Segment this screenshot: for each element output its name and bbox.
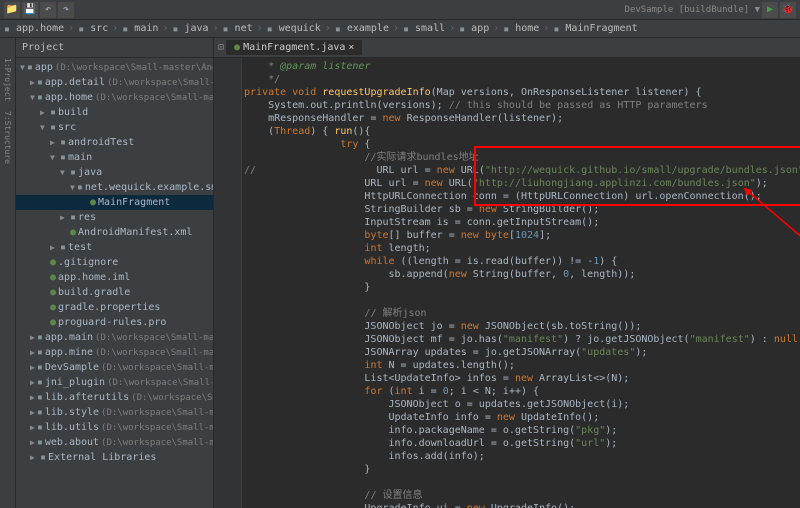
open-icon[interactable]: 📁 (4, 2, 20, 18)
project-tab[interactable]: 1:Project (3, 58, 12, 101)
debug-icon[interactable]: 🐞 (780, 2, 796, 18)
code-line[interactable]: * @param listener (244, 60, 800, 73)
structure-tab[interactable]: 7:Structure (3, 111, 12, 164)
breadcrumb: ▪app.home›▪src›▪main›▪java›▪net›▪wequick… (0, 20, 800, 38)
code-line[interactable] (244, 294, 800, 307)
breadcrumb-item[interactable]: ▪example (335, 23, 389, 34)
left-tool-tabs: 1:Project 7:Structure (0, 38, 16, 508)
tree-row[interactable]: ▼▪ app (D:\workspace\Small-master\Androi… (16, 60, 213, 75)
main-toolbar: 📁 💾 ↶ ↷ DevSample [buildBundle] ▼ ▶ 🐞 (0, 0, 800, 20)
code-line[interactable]: JSONObject mf = jo.has("manifest") ? jo.… (244, 333, 800, 346)
undo-icon[interactable]: ↶ (40, 2, 56, 18)
tree-row[interactable]: ● gradle.properties (16, 300, 213, 315)
tree-row[interactable]: ▶▪ res (16, 210, 213, 225)
code-line[interactable]: } (244, 281, 800, 294)
code-line[interactable]: JSONArray updates = jo.getJSONArray("upd… (244, 346, 800, 359)
tree-row[interactable]: ▶▪ External Libraries (16, 450, 213, 465)
code-line[interactable]: JSONObject jo = new JSONObject(sb.toStri… (244, 320, 800, 333)
save-icon[interactable]: 💾 (22, 2, 38, 18)
code-line[interactable]: info.downloadUrl = o.getString("url"); (244, 437, 800, 450)
code-line[interactable]: List<UpdateInfo> infos = new ArrayList<>… (244, 372, 800, 385)
tree-row[interactable]: ▶▪ app.main (D:\workspace\Small-master\A… (16, 330, 213, 345)
tree-row[interactable]: ▶▪ web.about (D:\workspace\Small-master\… (16, 435, 213, 450)
code-line[interactable]: for (int i = 0; i < N; i++) { (244, 385, 800, 398)
tree-row[interactable]: ▶▪ androidTest (16, 135, 213, 150)
code-line[interactable]: sb.append(new String(buffer, 0, length))… (244, 268, 800, 281)
tree-row[interactable]: ▶▪ test (16, 240, 213, 255)
tree-row[interactable]: ▼▪ net.wequick.example.small.app.ho (16, 180, 213, 195)
code-line[interactable]: int length; (244, 242, 800, 255)
tree-row[interactable]: ▼▪ java (16, 165, 213, 180)
code-line[interactable]: byte[] buffer = new byte[1024]; (244, 229, 800, 242)
tree-row[interactable]: ▶▪ lib.utils (D:\workspace\Small-master\… (16, 420, 213, 435)
tree-row[interactable]: ▼▪ main (16, 150, 213, 165)
tree-row[interactable]: ▶▪ lib.style (D:\workspace\Small-master\… (16, 405, 213, 420)
code-line[interactable]: (Thread) { run(){ (244, 125, 800, 138)
tree-row[interactable]: ▶▪ app.detail (D:\workspace\Small-master… (16, 75, 213, 90)
code-line[interactable]: UpgradeInfo ui = new UpgradeInfo(); (244, 502, 800, 508)
code-line[interactable]: while ((length = is.read(buffer)) != -1)… (244, 255, 800, 268)
tree-row[interactable]: ▶▪ DevSample (D:\workspace\Small-master\… (16, 360, 213, 375)
code-line[interactable]: int N = updates.length(); (244, 359, 800, 372)
config-label: DevSample [buildBundle] ▼ (625, 5, 760, 15)
code-line[interactable]: mResponseHandler = new ResponseHandler(l… (244, 112, 800, 125)
breadcrumb-item[interactable]: ▪main (122, 23, 158, 34)
code-line[interactable]: // 设置信息 (244, 489, 800, 502)
code-line[interactable]: InputStream is = conn.getInputStream(); (244, 216, 800, 229)
code-line[interactable]: infos.add(info); (244, 450, 800, 463)
arrow-annotation (744, 188, 800, 288)
editor-pane: ⊡ ●MainFragment.java× * @param listener … (214, 38, 800, 508)
close-icon[interactable]: × (348, 42, 354, 53)
tree-row[interactable]: ● .gitignore (16, 255, 213, 270)
code-line[interactable]: private void requestUpgradeInfo(Map vers… (244, 86, 800, 99)
tree-row[interactable]: ▼▪ app.home (D:\workspace\Small-master\A… (16, 90, 213, 105)
tree-row[interactable]: ▶▪ app.mine (D:\workspace\Small-master\A… (16, 345, 213, 360)
gutter (214, 58, 242, 508)
breadcrumb-item[interactable]: ▪src (78, 23, 108, 34)
code-line[interactable]: UpdateInfo info = new UpdateInfo(); (244, 411, 800, 424)
editor-tabs: ⊡ ●MainFragment.java× (214, 38, 800, 58)
breadcrumb-item[interactable]: ▪java (172, 23, 208, 34)
tree-row[interactable]: ● build.gradle (16, 285, 213, 300)
breadcrumb-item[interactable]: ▪small (403, 23, 445, 34)
code-line[interactable] (244, 476, 800, 489)
tab-mainfragment[interactable]: ●MainFragment.java× (226, 40, 362, 55)
breadcrumb-item[interactable]: ▪MainFragment (553, 23, 637, 34)
tree-row[interactable]: ● app.home.iml (16, 270, 213, 285)
breadcrumb-item[interactable]: ▪net (223, 23, 253, 34)
code-line[interactable]: info.packageName = o.getString("pkg"); (244, 424, 800, 437)
code-line[interactable]: System.out.println(versions); // this sh… (244, 99, 800, 112)
tree-row[interactable]: ● MainFragment (16, 195, 213, 210)
tree-row[interactable]: ▶▪ lib.afterutils (D:\workspace\Small-ma… (16, 390, 213, 405)
breadcrumb-item[interactable]: ▪app.home (4, 23, 64, 34)
code-line[interactable]: } (244, 463, 800, 476)
code-line[interactable]: // 解析json (244, 307, 800, 320)
run-icon[interactable]: ▶ (762, 2, 778, 18)
breadcrumb-item[interactable]: ▪home (503, 23, 539, 34)
tree-row[interactable]: ▶▪ jni_plugin (D:\workspace\Small-master… (16, 375, 213, 390)
tree-row[interactable]: ● AndroidManifest.xml (16, 225, 213, 240)
project-tree: Project ▼▪ app (D:\workspace\Small-maste… (16, 38, 214, 508)
code-area[interactable]: * @param listener */private void request… (214, 58, 800, 508)
tree-title: Project (22, 42, 64, 53)
tree-row[interactable]: ▶▪ build (16, 105, 213, 120)
code-line[interactable]: */ (244, 73, 800, 86)
tree-row[interactable]: ▼▪ src (16, 120, 213, 135)
code-line[interactable]: JSONObject o = updates.getJSONObject(i); (244, 398, 800, 411)
breadcrumb-item[interactable]: ▪app (459, 23, 489, 34)
tree-row[interactable]: ● proguard-rules.pro (16, 315, 213, 330)
redo-icon[interactable]: ↷ (58, 2, 74, 18)
breadcrumb-item[interactable]: ▪wequick (267, 23, 321, 34)
